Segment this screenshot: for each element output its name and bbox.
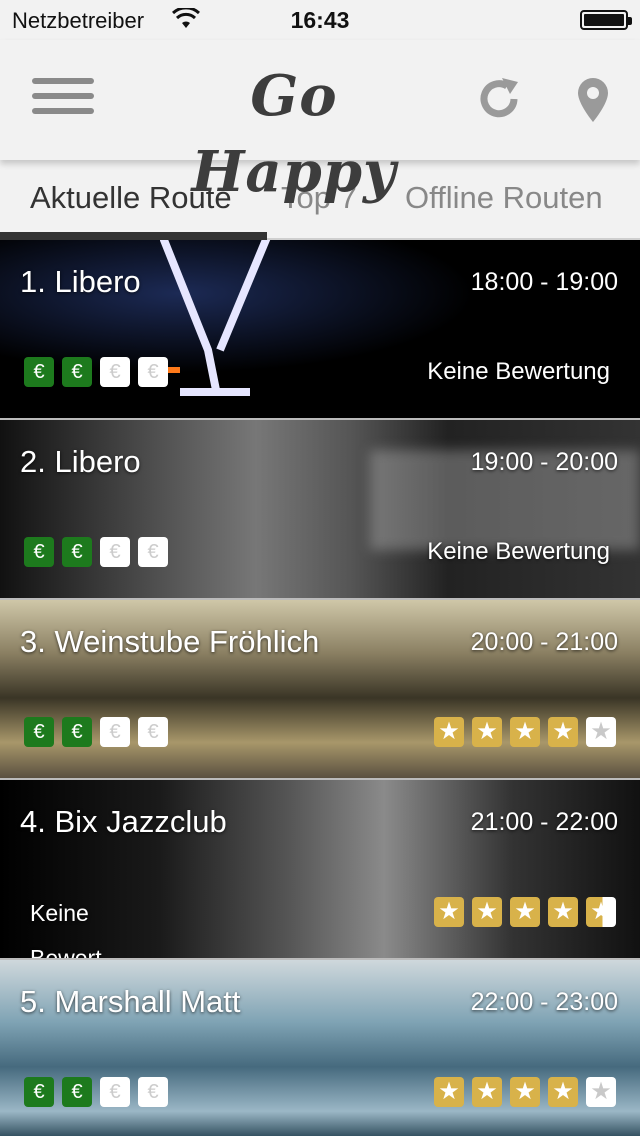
star-icon: ★ xyxy=(510,1077,540,1107)
star-icon: ★ xyxy=(586,897,616,927)
star-rating: ★ ★ ★ ★ ★ xyxy=(434,1077,616,1107)
status-time: 16:43 xyxy=(290,7,350,33)
star-rating: ★ ★ ★ ★ ★ xyxy=(434,717,616,747)
route-name: 2. Libero xyxy=(20,444,141,479)
star-rating: ★ ★ ★ ★ ★ xyxy=(434,897,616,927)
app-logo: Go Happy xyxy=(191,63,397,205)
price-level: € € € € xyxy=(24,717,168,747)
star-icon: ★ xyxy=(434,1077,464,1107)
euro-icon: € xyxy=(62,717,92,747)
price-level: € € € € xyxy=(24,1077,168,1107)
star-icon: ★ xyxy=(472,717,502,747)
rating-text: Keine Bewertung xyxy=(427,538,610,565)
euro-icon: € xyxy=(24,357,54,387)
route-list[interactable]: 1. Libero 18:00 - 19:00 € € € € Keine Be… xyxy=(0,240,640,1136)
active-tab-indicator xyxy=(0,232,267,240)
star-icon: ★ xyxy=(472,1077,502,1107)
route-name: 4. Bix Jazzclub xyxy=(20,804,227,839)
route-name: 3. Weinstube Fröhlich xyxy=(20,624,320,659)
route-item[interactable]: 5. Marshall Matt 22:00 - 23:00 € € € € ★… xyxy=(0,960,640,1136)
refresh-icon[interactable] xyxy=(474,74,524,124)
route-time: 22:00 - 23:00 xyxy=(470,988,618,1016)
star-icon: ★ xyxy=(548,897,578,927)
euro-icon: € xyxy=(62,537,92,567)
euro-icon: € xyxy=(100,717,130,747)
star-icon: ★ xyxy=(586,1077,616,1107)
route-name: 1. Libero xyxy=(20,264,141,299)
euro-icon: € xyxy=(24,717,54,747)
route-time: 20:00 - 21:00 xyxy=(470,628,618,656)
hamburger-menu-icon[interactable] xyxy=(32,78,94,114)
euro-icon: € xyxy=(100,357,130,387)
euro-icon: € xyxy=(24,537,54,567)
rating-text: Keine xyxy=(30,900,89,926)
price-level: € € € € xyxy=(24,537,168,567)
euro-icon: € xyxy=(138,357,168,387)
euro-icon: € xyxy=(100,537,130,567)
rating-text: Keine Bewertung xyxy=(427,358,610,385)
star-icon: ★ xyxy=(510,717,540,747)
navbar: Go Happy xyxy=(0,40,640,205)
euro-icon: € xyxy=(62,357,92,387)
route-time: 19:00 - 20:00 xyxy=(470,448,618,476)
star-icon: ★ xyxy=(586,717,616,747)
status-bar: Netzbetreiber 16:43 xyxy=(0,0,640,40)
rating-text-continued: Bewert xyxy=(30,945,102,960)
tab-offline-routen[interactable]: Offline Routen xyxy=(405,180,603,216)
euro-icon: € xyxy=(138,1077,168,1107)
route-item[interactable]: 2. Libero 19:00 - 20:00 € € € € Keine Be… xyxy=(0,420,640,600)
battery-icon xyxy=(580,10,632,30)
euro-icon: € xyxy=(138,717,168,747)
euro-icon: € xyxy=(62,1077,92,1107)
location-pin-icon[interactable] xyxy=(572,76,614,126)
euro-icon: € xyxy=(24,1077,54,1107)
route-item[interactable]: 1. Libero 18:00 - 19:00 € € € € Keine Be… xyxy=(0,240,640,420)
star-icon: ★ xyxy=(434,717,464,747)
star-icon: ★ xyxy=(548,717,578,747)
star-icon: ★ xyxy=(548,1077,578,1107)
route-time: 21:00 - 22:00 xyxy=(470,808,618,836)
star-icon: ★ xyxy=(434,897,464,927)
euro-icon: € xyxy=(138,537,168,567)
route-item[interactable]: 3. Weinstube Fröhlich 20:00 - 21:00 € € … xyxy=(0,600,640,780)
euro-icon: € xyxy=(100,1077,130,1107)
route-item[interactable]: 4. Bix Jazzclub 21:00 - 22:00 Keine Bewe… xyxy=(0,780,640,960)
route-name: 5. Marshall Matt xyxy=(20,984,241,1019)
star-icon: ★ xyxy=(510,897,540,927)
cocktail-glass-image xyxy=(160,240,271,396)
price-level: € € € € xyxy=(24,357,168,387)
route-time: 18:00 - 19:00 xyxy=(470,268,618,296)
star-icon: ★ xyxy=(472,897,502,927)
